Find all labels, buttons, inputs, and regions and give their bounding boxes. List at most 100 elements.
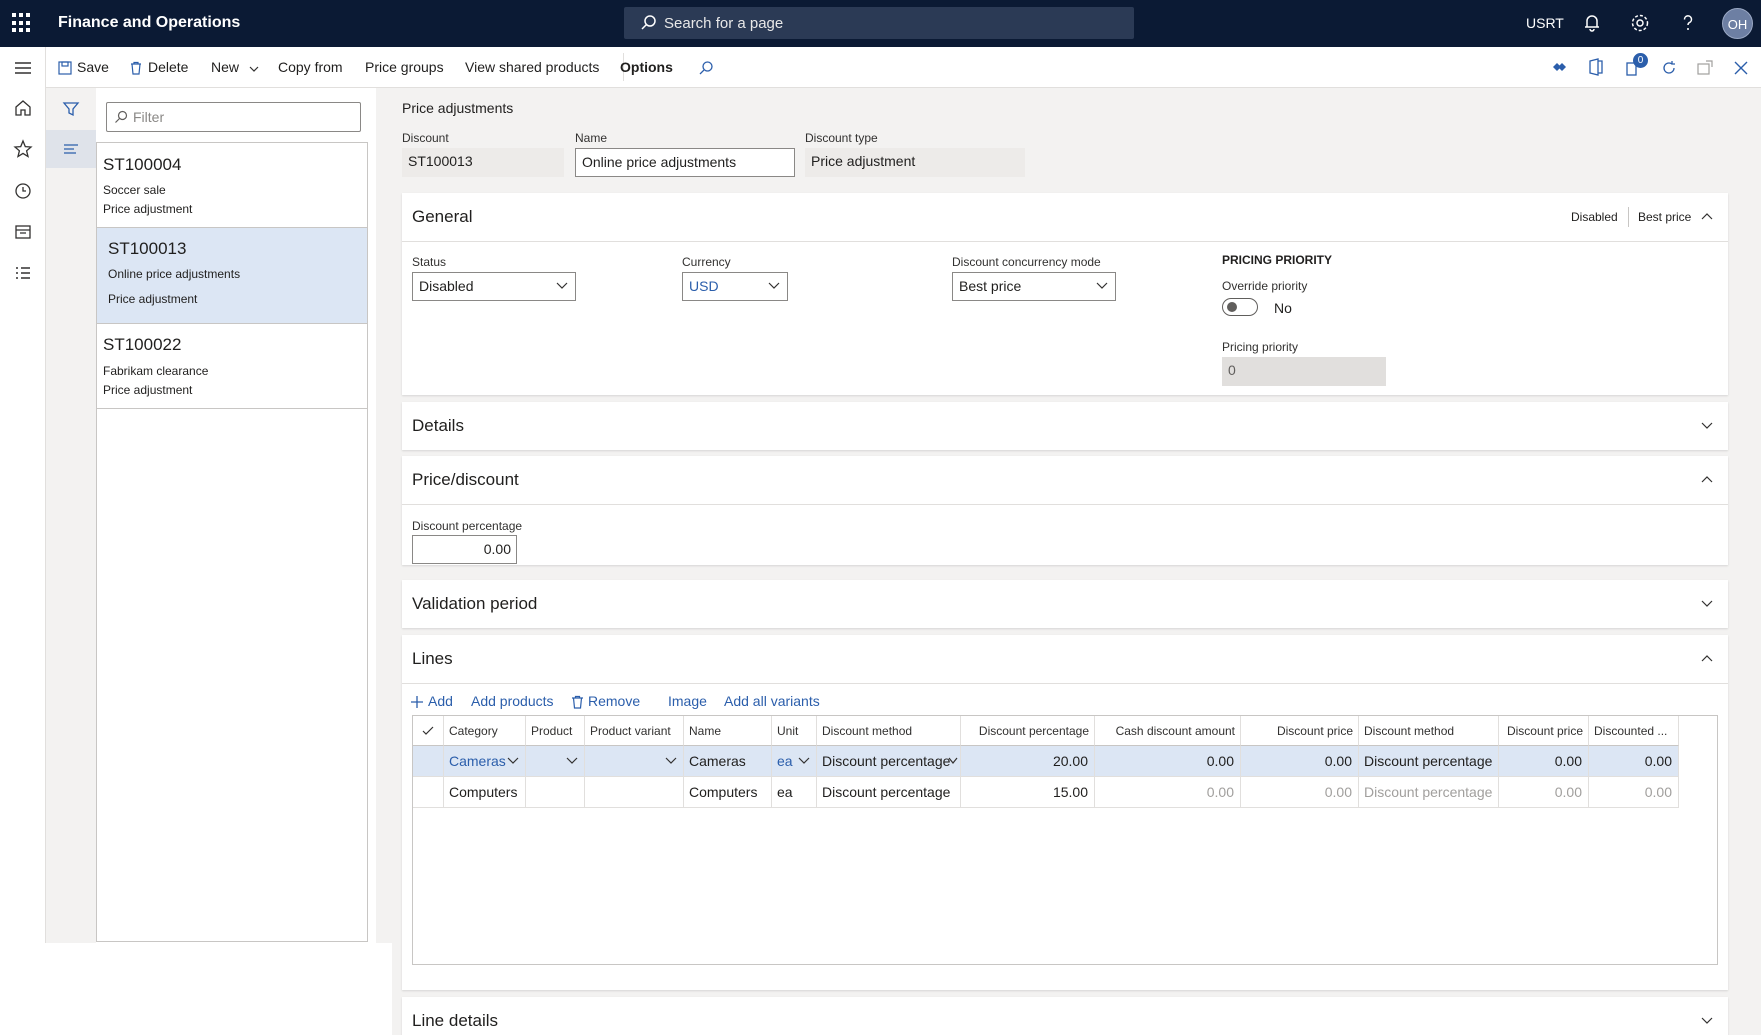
app-title[interactable]: Finance and Operations [58,14,240,32]
row-selector[interactable] [413,746,444,777]
validation-period-section[interactable]: Validation period [402,580,1728,628]
column-header[interactable]: Category [444,716,526,746]
discount-price-cell[interactable]: 0.00 [1241,746,1359,777]
line-details-section[interactable]: Line details [402,997,1728,1035]
column-header[interactable]: Discount method [817,716,961,746]
list-item[interactable]: ST100004 Soccer sale Price adjustment [97,143,367,228]
product-variant-cell[interactable] [585,746,684,777]
image-button[interactable]: Image [668,693,707,709]
price-groups-button[interactable]: Price groups [365,59,444,75]
product-cell[interactable] [526,746,585,777]
select-all-column[interactable] [413,716,444,746]
add-line-button[interactable]: Add [410,693,453,709]
unit-cell[interactable]: ea [772,746,817,777]
delete-button[interactable]: Delete [129,59,188,75]
discounted-cell[interactable]: 0.00 [1589,746,1679,777]
column-header[interactable]: Unit [772,716,817,746]
new-button[interactable]: New [211,59,260,75]
bell-icon[interactable] [1581,12,1603,34]
add-all-variants-button[interactable]: Add all variants [724,693,820,709]
column-header[interactable]: Discount method [1359,716,1499,746]
filter-icon[interactable] [62,100,80,118]
chevron-down-icon[interactable] [1700,598,1714,610]
close-icon[interactable] [1733,60,1749,76]
avatar[interactable]: OH [1722,8,1753,39]
chevron-up-icon[interactable] [1700,211,1714,223]
list-item-selected[interactable]: ST100013 Online price adjustments Price … [97,228,367,324]
discount-method-cell[interactable]: Discount percentage [1359,746,1499,777]
waffle-icon[interactable] [12,13,32,33]
override-priority-toggle[interactable] [1222,298,1258,316]
discount-type-field[interactable]: Price adjustment [805,148,1025,177]
column-header[interactable]: Discounted ... [1589,716,1679,746]
chevron-down-icon[interactable] [1700,1015,1714,1027]
discount-percentage-cell[interactable]: 20.00 [961,746,1095,777]
list-view-toggle[interactable] [46,130,96,168]
filter-input[interactable]: Filter [106,102,361,132]
options-tab[interactable]: Options [620,59,673,75]
pricing-priority-field[interactable]: 0 [1222,357,1386,386]
discount-price-cell[interactable]: 0.00 [1499,777,1589,808]
cash-discount-cell[interactable]: 0.00 [1095,777,1241,808]
status-dropdown[interactable]: Disabled [412,272,576,301]
cash-discount-cell[interactable]: 0.00 [1095,746,1241,777]
column-header[interactable]: Discount percentage [961,716,1095,746]
hamburger-icon[interactable] [12,57,34,79]
details-section[interactable]: Details [402,402,1728,450]
product-cell[interactable] [526,777,585,808]
open-new-window-icon[interactable] [1696,59,1714,77]
chevron-up-icon[interactable] [1700,653,1714,665]
discounted-cell[interactable]: 0.00 [1589,777,1679,808]
remove-line-button[interactable]: Remove [571,693,640,709]
chevron-down-icon[interactable] [1700,420,1714,432]
price-discount-header[interactable]: Price/discount [402,456,1728,504]
discount-method-cell[interactable]: Discount percentage [817,746,961,777]
category-cell[interactable]: Computers [444,777,526,808]
name-cell[interactable]: Computers [684,777,772,808]
price-discount-section: Price/discount Discount percentage 0.00 [402,456,1728,565]
chevron-up-icon[interactable] [1700,474,1714,486]
office-icon[interactable] [1588,58,1604,76]
add-products-button[interactable]: Add products [471,693,554,709]
view-shared-products-button[interactable]: View shared products [465,59,599,75]
refresh-icon[interactable] [1660,59,1678,77]
column-header[interactable]: Name [684,716,772,746]
company-selector[interactable]: USRT [1526,15,1564,31]
discount-price-cell[interactable]: 0.00 [1499,746,1589,777]
copy-from-button[interactable]: Copy from [278,59,343,75]
chevron-down-icon [798,757,810,764]
workspace-icon[interactable] [12,221,34,243]
discount-field[interactable]: ST100013 [402,148,564,177]
product-variant-cell[interactable] [585,777,684,808]
name-cell[interactable]: Cameras [684,746,772,777]
gear-icon[interactable] [1629,12,1651,34]
currency-dropdown[interactable]: USD [682,272,788,301]
lines-header[interactable]: Lines [402,635,1728,683]
column-header[interactable]: Product [526,716,585,746]
category-cell[interactable]: Cameras [444,746,526,777]
discount-price-cell[interactable]: 0.00 [1241,777,1359,808]
name-input[interactable]: Online price adjustments [575,148,795,177]
power-apps-icon[interactable] [1551,59,1567,75]
column-header[interactable]: Cash discount amount [1095,716,1241,746]
help-icon[interactable] [1677,12,1699,34]
clock-icon[interactable] [12,180,34,202]
find-icon[interactable] [698,60,714,76]
unit-cell[interactable]: ea [772,777,817,808]
general-section-header[interactable]: General Disabled Best price [402,193,1728,241]
modules-icon[interactable] [12,263,34,285]
star-icon[interactable] [12,138,34,160]
search-page-input[interactable]: Search for a page [624,7,1134,39]
home-icon[interactable] [12,97,34,119]
column-header[interactable]: Discount price [1499,716,1589,746]
discount-method-cell[interactable]: Discount percentage [817,777,961,808]
column-header[interactable]: Discount price [1241,716,1359,746]
concurrency-mode-dropdown[interactable]: Best price [952,272,1116,301]
discount-method-cell[interactable]: Discount percentage [1359,777,1499,808]
list-item[interactable]: ST100022 Fabrikam clearance Price adjust… [97,324,367,409]
row-selector[interactable] [413,777,444,808]
discount-percentage-cell[interactable]: 15.00 [961,777,1095,808]
column-header[interactable]: Product variant [585,716,684,746]
discount-percentage-input[interactable]: 0.00 [412,535,517,564]
save-button[interactable]: Save [58,59,109,75]
